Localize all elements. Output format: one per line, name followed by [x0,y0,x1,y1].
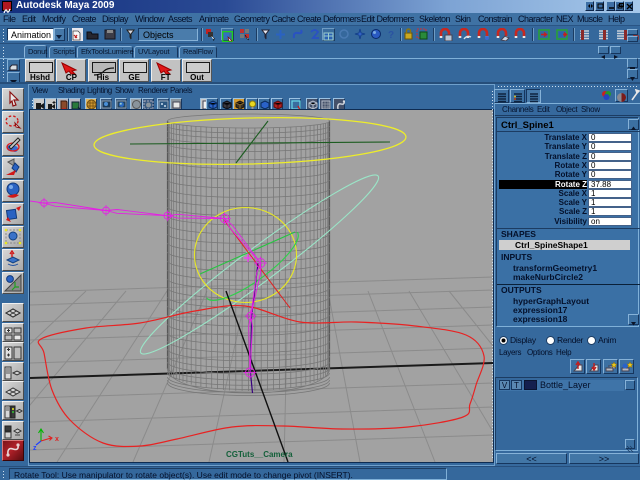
svg-text:x: x [55,436,59,443]
svg-text:?: ? [388,30,394,41]
svg-text:CGTuts__Camera: CGTuts__Camera [226,450,293,459]
svg-text:z: z [33,445,37,452]
